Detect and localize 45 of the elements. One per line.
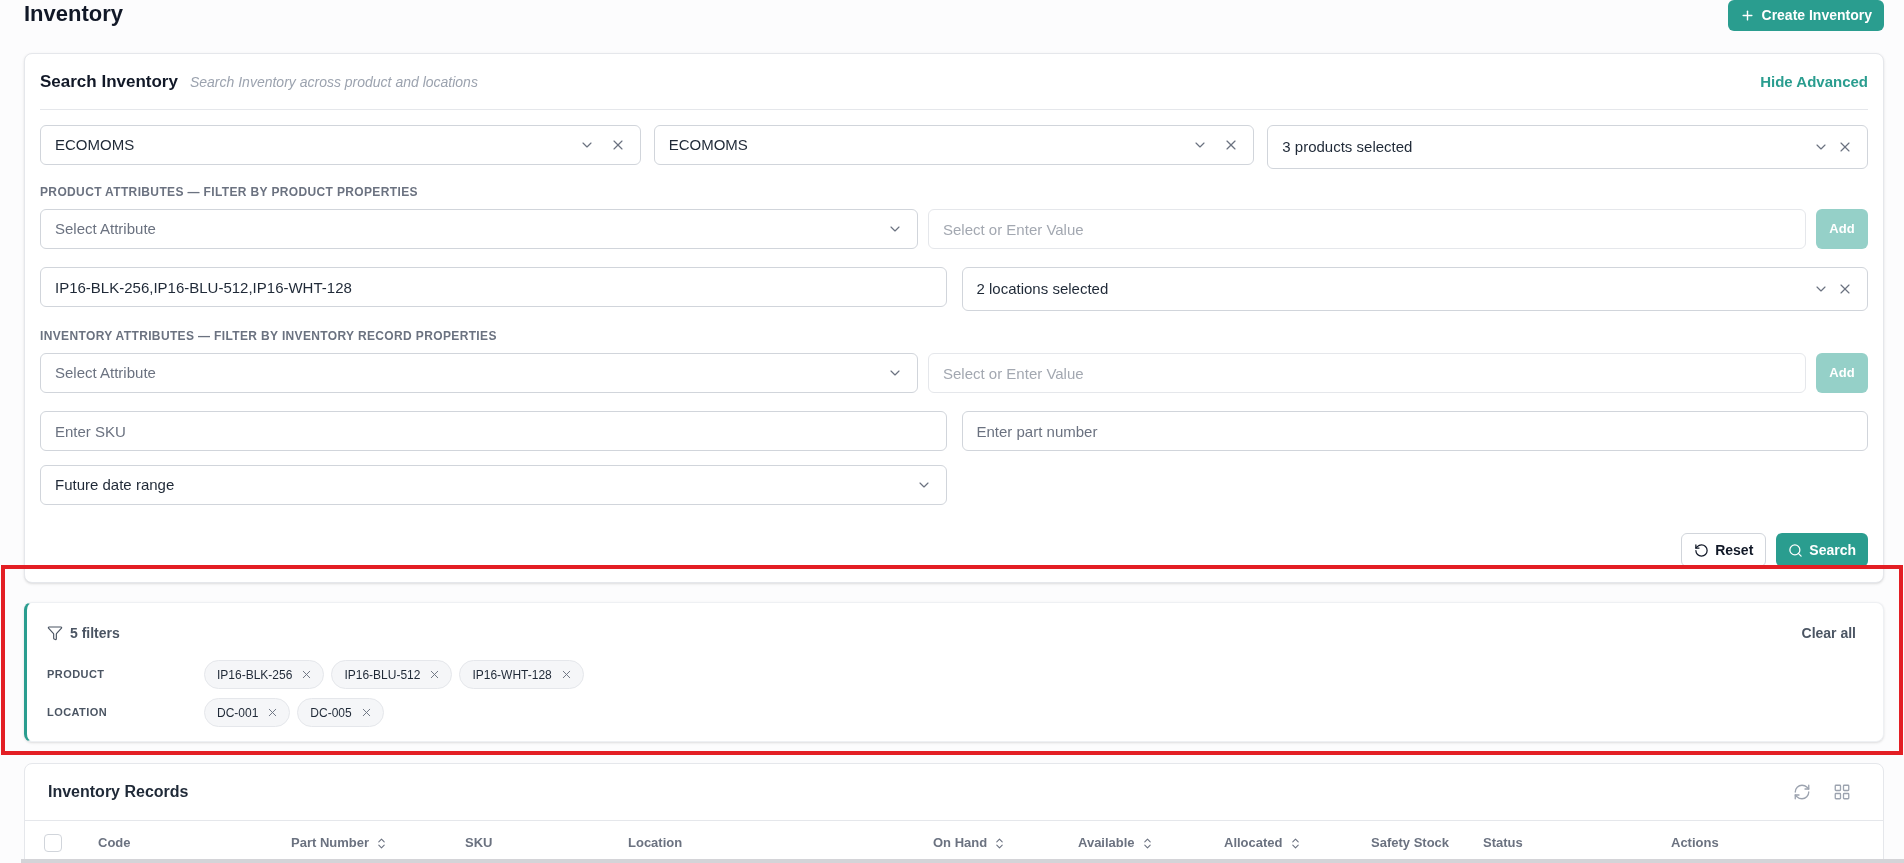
section-heading: INVENTORY ATTRIBUTES — FILTER BY INVENTORY RECORD PROPERTIES	[40, 328, 497, 344]
page-title: Inventory	[24, 0, 124, 28]
search-icon	[1788, 542, 1804, 558]
group-label: PRODUCT	[47, 667, 105, 683]
text-field[interactable]: IP16-BLK-256,IP16-BLU-512,IP16-WHT-128	[40, 267, 947, 307]
section-heading: PRODUCT ATTRIBUTES — FILTER BY PRODUCT PROPERTIES	[40, 184, 418, 200]
text-field[interactable]: Enter part number	[961, 411, 1868, 451]
column-header[interactable]: Part Number	[291, 833, 389, 853]
card-subtitle: Search Inventory across product and locations	[189, 72, 478, 92]
refresh-icon[interactable]	[1793, 783, 1811, 801]
filter-chip[interactable]: DC-001	[204, 698, 291, 727]
dropdown-select[interactable]: Select Attribute	[40, 209, 918, 249]
dropdown-select[interactable]: ECOMOMS	[40, 125, 641, 165]
select-all-checkbox[interactable]	[44, 834, 62, 852]
column-header: SKU	[465, 834, 493, 853]
reset-icon	[1694, 542, 1710, 558]
dropdown-select[interactable]: Future date range	[40, 465, 947, 505]
card-title: Search Inventory	[40, 71, 178, 94]
filter-icon	[47, 625, 63, 641]
value-field[interactable]: Select or Enter Value	[928, 353, 1806, 393]
column-header: Location	[628, 834, 683, 853]
grid-view-icon[interactable]	[1833, 783, 1851, 801]
column-header: Actions	[1671, 834, 1719, 853]
column-header[interactable]: Available	[1078, 833, 1154, 853]
group-label: LOCATION	[47, 705, 108, 721]
column-header: Status	[1483, 834, 1523, 853]
dropdown-select[interactable]: 2 locations selected	[961, 267, 1868, 311]
filter-chip[interactable]: IP16-BLU-512	[331, 660, 453, 689]
filter-chip[interactable]: IP16-BLK-256	[204, 660, 325, 689]
filter-chip[interactable]: DC-005	[297, 698, 384, 727]
clear-all-link[interactable]: Clear all	[1801, 622, 1856, 644]
column-header[interactable]: Allocated	[1224, 833, 1302, 853]
text-field[interactable]: Enter SKU	[40, 411, 947, 451]
dropdown-select[interactable]: Select Attribute	[40, 353, 918, 393]
dropdown-select[interactable]: 3 products selected	[1267, 125, 1868, 169]
column-header: Code	[98, 834, 131, 853]
reset-button[interactable]: Reset	[1681, 533, 1767, 567]
card-title: Inventory Records	[48, 782, 189, 802]
column-header: Safety Stock	[1371, 834, 1450, 853]
column-header[interactable]: On Hand	[933, 833, 1007, 853]
value-field[interactable]: Select or Enter Value	[928, 209, 1806, 249]
filter-count: 5 filters	[70, 623, 120, 643]
filter-chip[interactable]: IP16-WHT-128	[459, 660, 584, 689]
plus-icon	[1739, 8, 1755, 23]
dropdown-select[interactable]: ECOMOMS	[653, 125, 1255, 165]
